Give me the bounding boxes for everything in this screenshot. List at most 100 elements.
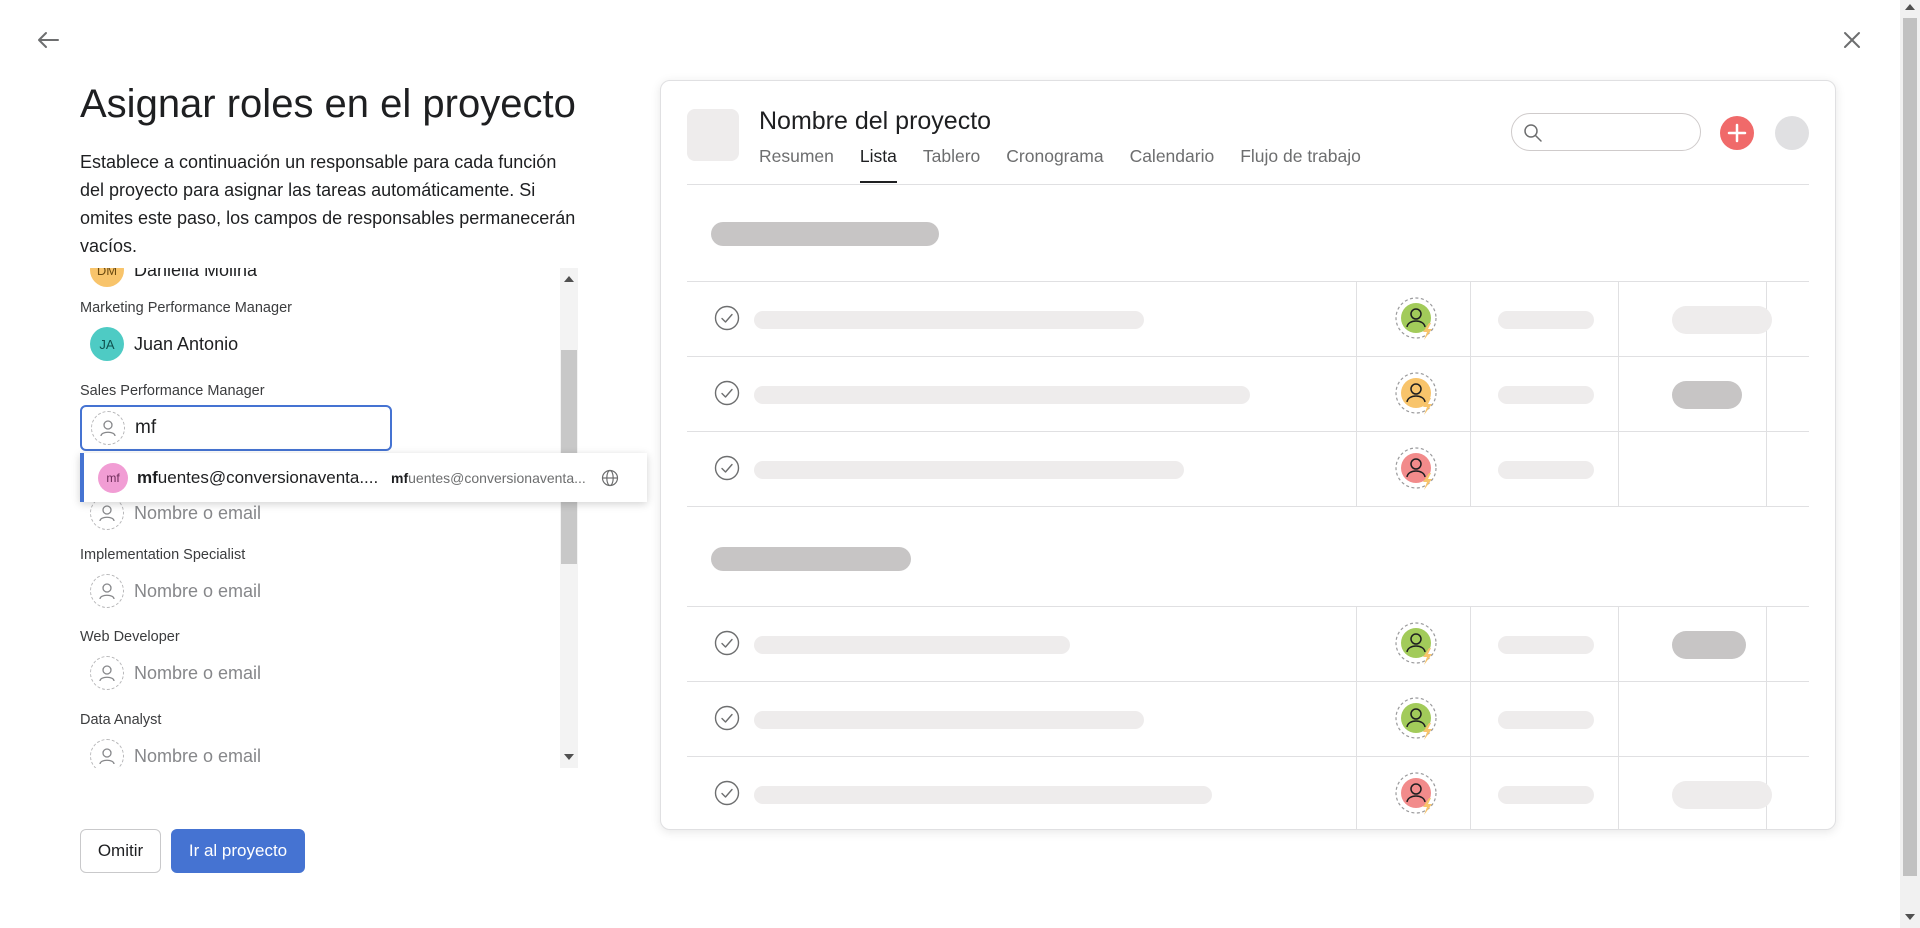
task-name-placeholder <box>754 386 1250 404</box>
assignee-placeholder: Nombre o email <box>134 662 262 683</box>
scroll-up-arrow-icon[interactable] <box>1905 4 1915 10</box>
user-placeholder-icon <box>90 574 124 608</box>
page-scrollbar[interactable] <box>1900 0 1920 928</box>
search-icon <box>1524 124 1542 142</box>
task-name-placeholder <box>754 786 1212 804</box>
assignee-web[interactable]: Nombre o email <box>90 655 261 691</box>
assignee-placeholder: Nombre o email <box>134 502 262 523</box>
column-divider <box>1356 282 1357 356</box>
user-placeholder-icon <box>91 411 125 445</box>
tab-flujo-de-trabajo: Flujo de trabajo <box>1240 146 1361 166</box>
assignee-input-sales[interactable]: mf <box>80 405 392 451</box>
column-divider <box>1618 757 1619 829</box>
role-label-web: Web Developer <box>80 629 180 645</box>
column-divider <box>1766 682 1767 756</box>
task-row <box>687 431 1809 507</box>
column-divider <box>1618 682 1619 756</box>
column-divider <box>1470 432 1471 506</box>
check-circle-icon <box>714 630 740 656</box>
tag-placeholder <box>1672 306 1772 334</box>
tab-tablero: Tablero <box>922 146 981 166</box>
column-divider <box>1618 607 1619 681</box>
suggestion-item[interactable]: mf mfuentes@conversionaventa.... mfuente… <box>80 453 647 502</box>
input-value: mf <box>135 417 157 438</box>
date-placeholder <box>1498 786 1594 804</box>
project-title: Nombre del proyecto <box>759 107 992 135</box>
go-to-project-button[interactable]: Ir al proyecto <box>171 829 305 873</box>
divider <box>687 184 1809 185</box>
assignee-role-icon <box>1395 772 1437 815</box>
add-icon <box>1720 116 1754 150</box>
column-divider <box>1470 357 1471 431</box>
task-row <box>687 356 1809 431</box>
task-name-placeholder <box>754 636 1070 654</box>
column-divider <box>1356 607 1357 681</box>
assignee-data[interactable]: Nombre o email <box>90 738 261 768</box>
user-placeholder-icon <box>90 739 124 768</box>
assignee-role-icon <box>1395 697 1437 740</box>
tag-placeholder <box>1672 381 1742 409</box>
check-circle-icon <box>714 380 740 406</box>
project-preview: Nombre del proyecto Resumen Lista Tabler… <box>660 80 1836 830</box>
tag-placeholder <box>1672 631 1746 659</box>
avatar: mf <box>98 462 128 493</box>
date-placeholder <box>1498 461 1594 479</box>
date-placeholder <box>1498 386 1594 404</box>
tab-lista: Lista <box>859 146 897 183</box>
project-icon <box>687 109 739 161</box>
omit-button[interactable]: Omitir <box>80 829 161 873</box>
roles-list[interactable]: DM Daniella Molina Marketing Performance… <box>80 268 580 768</box>
task-row <box>687 606 1809 681</box>
roles-scrollbar[interactable] <box>560 268 578 768</box>
assignee-placeholder: Nombre o email <box>134 745 262 766</box>
assignee-name: Daniella Molina <box>134 268 258 280</box>
check-circle-icon <box>714 305 740 331</box>
assignee-placeholder: Nombre o email <box>134 580 262 601</box>
task-row <box>687 756 1809 829</box>
column-divider <box>1766 432 1767 506</box>
role-label-sales: Sales Performance Manager <box>80 383 265 399</box>
date-placeholder <box>1498 636 1594 654</box>
avatar: DM <box>90 268 124 287</box>
page-title: Asignar roles en el proyecto <box>80 82 576 126</box>
column-divider <box>1470 682 1471 756</box>
role-label-data: Data Analyst <box>80 712 162 728</box>
column-divider <box>1470 607 1471 681</box>
check-circle-icon <box>714 780 740 806</box>
section-placeholder <box>711 547 911 571</box>
back-arrow-icon[interactable] <box>34 28 62 52</box>
column-divider <box>1470 757 1471 829</box>
column-divider <box>1356 757 1357 829</box>
task-row <box>687 281 1809 356</box>
check-circle-icon <box>714 705 740 731</box>
assignee-implementation[interactable]: Nombre o email <box>90 573 261 609</box>
assignee-partial[interactable]: DM Daniella Molina <box>90 268 257 288</box>
task-row <box>687 681 1809 756</box>
assignee-role-icon <box>1395 297 1437 340</box>
column-divider <box>1356 357 1357 431</box>
scroll-thumb[interactable] <box>1903 18 1917 876</box>
section-placeholder <box>711 222 939 246</box>
suggestion-email: mfuentes@conversionaventa... <box>391 469 586 486</box>
task-name-placeholder <box>754 711 1144 729</box>
project-tabs: Resumen Lista Tablero Cronograma Calenda… <box>759 146 1387 183</box>
assignee-name: Juan Antonio <box>134 333 239 354</box>
task-name-placeholder <box>754 311 1144 329</box>
scroll-down-arrow-icon[interactable] <box>1905 914 1915 920</box>
task-name-placeholder <box>754 461 1184 479</box>
scroll-down-arrow-icon[interactable] <box>564 754 574 760</box>
date-placeholder <box>1498 711 1594 729</box>
role-label-implementation: Implementation Specialist <box>80 547 246 563</box>
tab-resumen: Resumen <box>759 146 834 166</box>
page-description: Establece a continuación un responsable … <box>80 152 576 256</box>
search-field <box>1511 113 1701 151</box>
user-avatar <box>1775 116 1809 150</box>
column-divider <box>1766 357 1767 431</box>
assignee-marketing[interactable]: JA Juan Antonio <box>90 326 238 362</box>
globe-icon <box>601 469 619 487</box>
user-placeholder-icon <box>90 656 124 690</box>
scroll-up-arrow-icon[interactable] <box>564 276 574 282</box>
column-divider <box>1470 282 1471 356</box>
column-divider <box>1766 607 1767 681</box>
close-icon[interactable] <box>1840 28 1864 52</box>
